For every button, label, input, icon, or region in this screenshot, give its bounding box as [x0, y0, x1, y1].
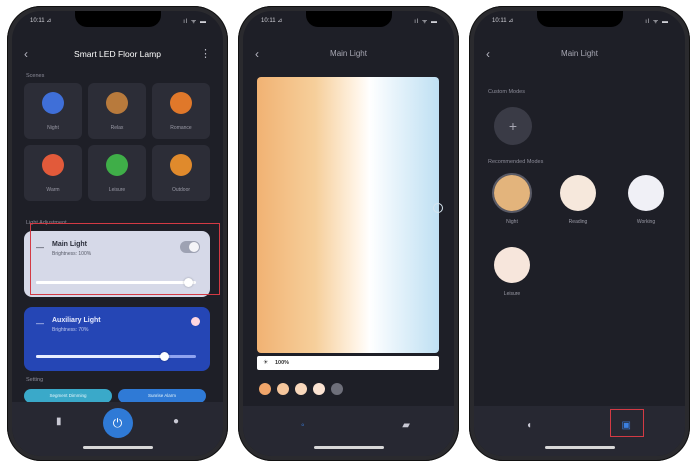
scene-label: Night — [47, 125, 59, 131]
top-bar: ‹ Main Light — [474, 45, 685, 65]
preset-label: Leisure — [503, 291, 521, 297]
scene-label: Outdoor — [171, 187, 191, 193]
setting-label: Setting — [26, 377, 44, 383]
color-temperature-picker[interactable] — [257, 77, 443, 353]
aux-light-brightness-text: Brightness: 70% — [52, 327, 89, 333]
sunrise-alarm-button[interactable]: Sunrise Alarm — [118, 389, 206, 403]
slider-thumb[interactable] — [160, 352, 169, 361]
preset-label: Working — [636, 219, 656, 225]
preset-working[interactable] — [628, 175, 664, 211]
scene-tile-leisure[interactable]: Leisure — [88, 145, 146, 201]
swatch-2[interactable] — [277, 383, 289, 395]
page-title: Main Light — [561, 49, 598, 58]
recommended-modes-label: Recommended Modes — [488, 159, 544, 165]
leisure-scene-icon — [106, 154, 128, 176]
add-swatch-button[interactable] — [331, 383, 343, 395]
status-time: 10:11 ⊿ — [30, 18, 52, 24]
status-signal-icons: ıl ᯤ ▬ — [183, 19, 207, 25]
scene-label: Leisure — [108, 187, 126, 193]
notch — [74, 11, 161, 27]
preset-leisure[interactable] — [494, 247, 530, 283]
home-indicator — [313, 446, 384, 449]
romance-scene-icon — [170, 92, 192, 114]
custom-modes-label: Custom Modes — [488, 89, 525, 95]
color-temp-tab-icon[interactable]: ◖ — [526, 420, 532, 431]
slider-fill — [36, 355, 164, 358]
notch — [305, 11, 392, 27]
mode-tab-icon[interactable]: ▰ — [402, 420, 410, 431]
lamp-tab-icon[interactable]: ▮ — [56, 416, 62, 427]
status-time: 10:11 ⊿ — [261, 18, 283, 24]
swatch-4[interactable] — [313, 383, 325, 395]
swatch-3[interactable] — [295, 383, 307, 395]
settings-icon[interactable]: ⋮ — [200, 47, 211, 60]
scene-tile-warm[interactable]: Warm — [24, 145, 82, 201]
preset-label: Night — [506, 219, 518, 225]
screen: 10:11 ⊿ ıl ᯤ ▬ ‹ Main Light ☀ 100% ◦ ▰ — [243, 11, 454, 456]
preset-night[interactable] — [494, 175, 530, 211]
preset-label: Reading — [568, 219, 588, 225]
outdoor-scene-icon — [170, 154, 192, 176]
phone-lamp-home: 10:11 ⊿ ıl ᯤ ▬ ‹ Smart LED Floor Lamp ⋮ … — [7, 6, 228, 461]
scene-tile-outdoor[interactable]: Outdoor — [152, 145, 210, 201]
brightness-bar[interactable]: ☀ 100% — [257, 356, 439, 370]
picker-handle[interactable] — [433, 203, 443, 213]
phone-light-modes: 10:11 ⊿ ıl ᯤ ▬ ‹ Main Light Custom Modes… — [469, 6, 690, 461]
add-custom-mode-button[interactable]: + — [494, 107, 532, 145]
scene-tile-night[interactable]: Night — [24, 83, 82, 139]
relax-scene-icon — [106, 92, 128, 114]
power-button-icon[interactable]: ⏻ — [102, 408, 133, 438]
status-time: 10:11 ⊿ — [492, 18, 514, 24]
highlight-box-mode-tab — [610, 409, 644, 437]
notch — [536, 11, 623, 27]
aux-light-toggle[interactable] — [191, 317, 200, 326]
color-temp-tab-icon[interactable]: ◦ — [301, 420, 305, 431]
sun-icon: ☀ — [263, 360, 269, 366]
scenes-label: Scenes — [26, 73, 45, 79]
status-signal-icons: ıl ᯤ ▬ — [645, 19, 669, 25]
top-bar: ‹ Smart LED Floor Lamp ⋮ — [12, 45, 223, 65]
brightness-value: 100% — [275, 360, 290, 366]
page-title: Main Light — [330, 49, 367, 58]
night-scene-icon — [42, 92, 64, 114]
bulb-icon: — — [36, 319, 44, 328]
warm-scene-icon — [42, 154, 64, 176]
preset-reading[interactable] — [560, 175, 596, 211]
scene-grid: Night Relax Romance Warm Leisure Outdoor — [24, 83, 210, 201]
top-bar: ‹ Main Light — [243, 45, 454, 65]
status-signal-icons: ıl ᯤ ▬ — [414, 19, 438, 25]
scene-label: Romance — [170, 125, 192, 131]
home-indicator — [544, 446, 615, 449]
screen: 10:11 ⊿ ıl ᯤ ▬ ‹ Smart LED Floor Lamp ⋮ … — [12, 11, 223, 456]
phone-color-temperature: 10:11 ⊿ ıl ᯤ ▬ ‹ Main Light ☀ 100% ◦ ▰ — [238, 6, 459, 461]
aux-light-name: Auxiliary Light — [52, 317, 101, 324]
aux-light-slider[interactable] — [36, 352, 196, 361]
highlight-box-main-light — [30, 223, 220, 295]
scene-tile-romance[interactable]: Romance — [152, 83, 210, 139]
scene-label: Warm — [46, 187, 60, 193]
schedule-tab-icon[interactable]: ● — [173, 416, 179, 427]
segment-dimming-button[interactable]: Segment Dimming — [24, 389, 112, 403]
screen: 10:11 ⊿ ıl ᯤ ▬ ‹ Main Light Custom Modes… — [474, 11, 685, 456]
swatch-1[interactable] — [259, 383, 271, 395]
scene-tile-relax[interactable]: Relax — [88, 83, 146, 139]
page-title: Smart LED Floor Lamp — [74, 49, 161, 59]
home-indicator — [82, 446, 153, 449]
scene-label: Relax — [110, 125, 124, 131]
auxiliary-light-card[interactable]: — Auxiliary Light Brightness: 70% — [24, 307, 210, 371]
